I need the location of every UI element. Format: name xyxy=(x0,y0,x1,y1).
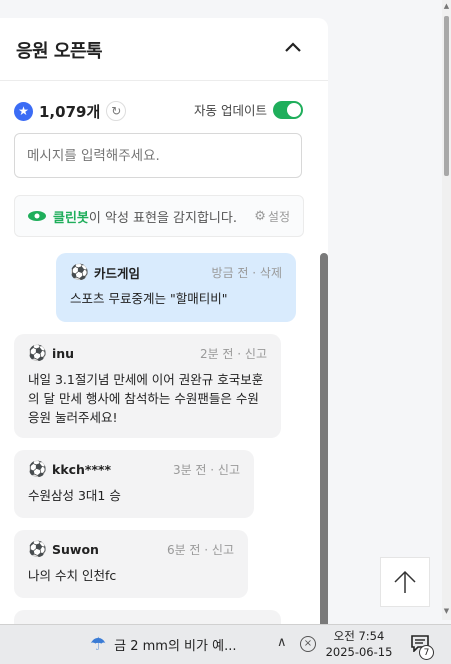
windows-taskbar: ☂ 금 2 mm의 비가 예... ∧ × 오전 7:54 2025-06-15… xyxy=(0,624,451,664)
panel-header: 응원 오픈톡 xyxy=(0,18,328,81)
message-nickname: Suwon xyxy=(52,541,99,557)
chat-message: ⚽ inu 2분 전 · 신고 내일 3.1절기념 만세에 이어 권완규 호국보… xyxy=(14,334,281,438)
taskbar-clock[interactable]: 오전 7:54 2025-06-15 xyxy=(322,628,396,660)
soccer-ball-icon: ⚽ xyxy=(28,344,47,362)
cleanbot-settings-button[interactable]: ⚙ 설정 xyxy=(254,208,290,225)
cleanbot-text: 이 악성 표현을 감지합니다. xyxy=(88,210,237,226)
chat-message: ⚽ kkch**** 3분 전 · 신고 수원삼성 3대1 승 xyxy=(14,450,254,518)
clock-date: 2025-06-15 xyxy=(325,645,393,659)
settings-label: 설정 xyxy=(267,210,290,224)
refresh-icon[interactable]: ↻ xyxy=(106,101,127,121)
gear-icon: ⚙ xyxy=(254,209,266,224)
auto-update-row: 자동 업데이트 xyxy=(194,100,303,119)
arrow-up-icon xyxy=(394,570,416,593)
eye-icon xyxy=(28,211,46,221)
message-meta[interactable]: 2분 전 · 신고 xyxy=(200,345,267,362)
scrollbar-thumb[interactable] xyxy=(444,16,449,176)
message-meta[interactable]: 3분 전 · 신고 xyxy=(173,461,240,478)
message-input[interactable] xyxy=(14,133,302,178)
cheer-count: 1,079개 xyxy=(39,102,101,121)
open-talk-panel: 응원 오픈톡 ★ 1,079개 ↻ 자동 업데이트 클린봇 이 악성 표현을 감… xyxy=(0,18,328,628)
message-meta[interactable]: 6분 전 · 신고 xyxy=(167,541,234,558)
page-scrollbar[interactable]: ▲ ▼ xyxy=(442,0,451,620)
star-icon: ★ xyxy=(14,101,33,121)
soccer-ball-icon: ⚽ xyxy=(28,460,47,478)
message-header: ⚽ inu 2분 전 · 신고 xyxy=(28,344,267,362)
scroll-up-arrow-icon[interactable]: ▲ xyxy=(442,2,451,10)
message-header: ⚽ Suwon 6분 전 · 신고 xyxy=(28,540,234,558)
soccer-ball-icon: ⚽ xyxy=(28,540,47,558)
cleanbot-banner: 클린봇 이 악성 표현을 감지합니다. ⚙ 설정 xyxy=(14,195,304,237)
chevron-up-icon[interactable] xyxy=(282,36,304,58)
auto-update-toggle[interactable] xyxy=(273,100,303,119)
message-nickname: kkch**** xyxy=(52,461,112,477)
message-nickname: 카드게임 xyxy=(94,265,141,281)
cleanbot-name: 클린봇 xyxy=(53,210,89,226)
message-text: 수원삼성 3대1 승 xyxy=(28,488,121,503)
scroll-down-arrow-icon[interactable]: ▼ xyxy=(442,607,451,615)
message-header: ⚽ kkch**** 3분 전 · 신고 xyxy=(28,460,240,478)
weather-text: 금 2 mm의 비가 예... xyxy=(114,639,237,654)
message-header: ⚽ 카드게임 방금 전 · 삭제 xyxy=(70,263,282,281)
message-nickname: inu xyxy=(52,345,75,361)
soccer-ball-icon: ⚽ xyxy=(70,263,89,281)
message-text: 내일 3.1절기념 만세에 이어 권완규 호국보훈의 달 만세 행사에 참석하는… xyxy=(28,372,264,425)
clock-time: 오전 7:54 xyxy=(333,629,385,643)
umbrella-rain-icon: ☂ xyxy=(90,634,107,655)
close-circle-icon[interactable]: × xyxy=(300,636,316,652)
weather-widget[interactable]: ☂ 금 2 mm의 비가 예... xyxy=(90,634,236,655)
scroll-to-top-button[interactable] xyxy=(380,557,430,607)
message-meta[interactable]: 방금 전 · 삭제 xyxy=(212,264,282,281)
tray-chevron-up-icon[interactable]: ∧ xyxy=(277,635,287,650)
chat-scrollbar[interactable] xyxy=(320,253,328,628)
chat-message: ⚽ 카드게임 방금 전 · 삭제 스포츠 무료중계는 "할매티비" xyxy=(56,253,296,322)
toggle-knob xyxy=(287,102,301,117)
notification-count-badge: 7 xyxy=(419,645,434,660)
chat-message: ⚽ Suwon 6분 전 · 신고 나의 수치 인천fc xyxy=(14,530,248,598)
message-text: 나의 수치 인천fc xyxy=(28,568,117,583)
panel-title: 응원 오픈톡 xyxy=(16,41,103,62)
message-text: 스포츠 무료중계는 "할매티비" xyxy=(70,291,228,306)
auto-update-label: 자동 업데이트 xyxy=(194,103,267,118)
cheer-count-row: ★ 1,079개 ↻ xyxy=(14,99,127,123)
